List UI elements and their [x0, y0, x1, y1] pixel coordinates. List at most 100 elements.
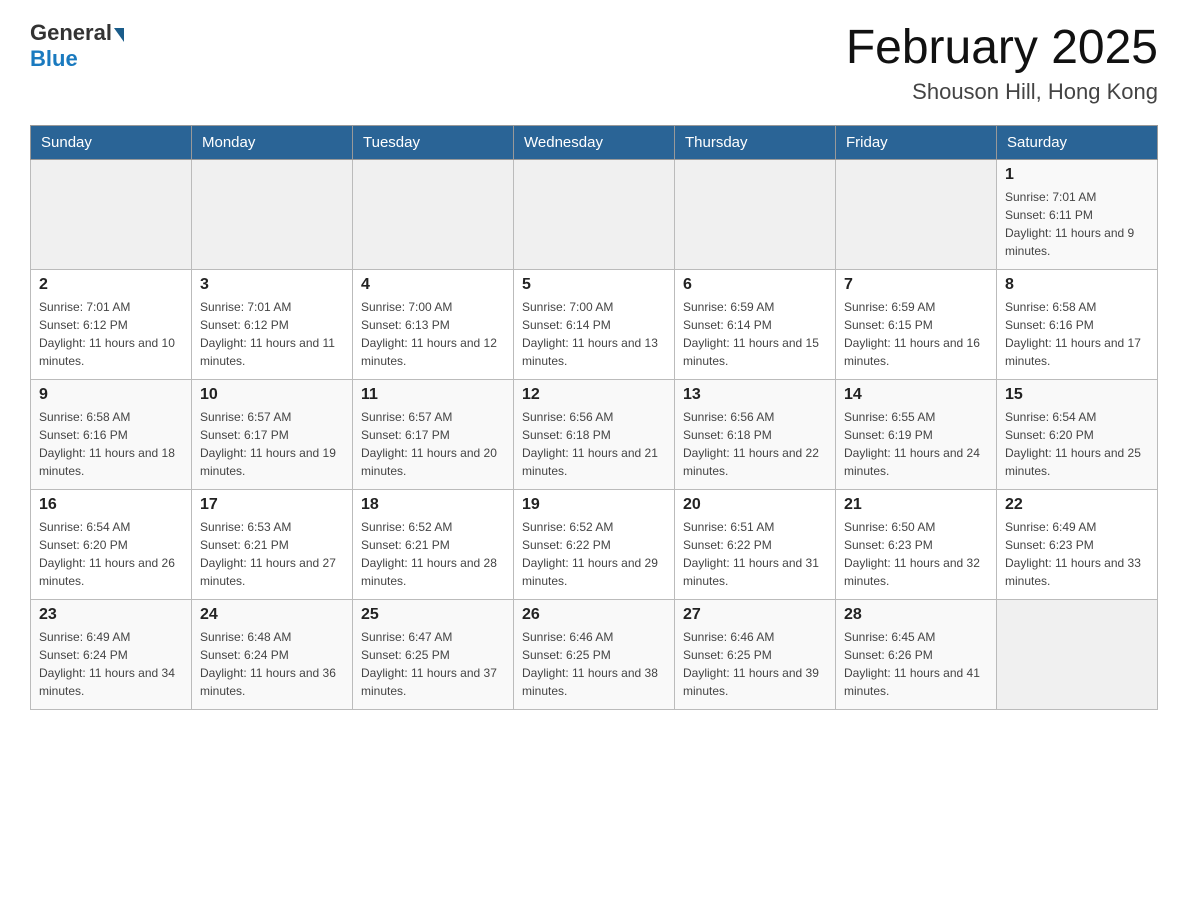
day-number: 25	[361, 606, 505, 624]
day-number: 10	[200, 386, 344, 404]
day-number: 9	[39, 386, 183, 404]
day-info: Sunrise: 7:01 AMSunset: 6:12 PMDaylight:…	[39, 298, 183, 370]
calendar-cell-1-7: 1 Sunrise: 7:01 AMSunset: 6:11 PMDaylight…	[997, 160, 1158, 270]
logo-text: General	[30, 20, 124, 46]
day-info: Sunrise: 6:56 AMSunset: 6:18 PMDaylight:…	[522, 408, 666, 480]
calendar-cell-2-1: 2Sunrise: 7:01 AMSunset: 6:12 PMDaylight…	[31, 270, 192, 380]
title-section: February 2025 Shouson Hill, Hong Kong	[846, 20, 1158, 105]
calendar-cell-4-2: 17Sunrise: 6:53 AMSunset: 6:21 PMDayligh…	[192, 490, 353, 600]
day-number: 22	[1005, 496, 1149, 514]
day-info: Sunrise: 6:45 AMSunset: 6:26 PMDaylight:…	[844, 628, 988, 700]
week-row-3: 9 Sunrise: 6:58 AMSunset: 6:16 PMDaylight…	[31, 380, 1158, 490]
calendar-cell-3-2: 10 Sunrise: 6:57 AMSunset: 6:17 PMDayligh…	[192, 380, 353, 490]
day-number: 11	[361, 386, 505, 404]
day-info: Sunrise: 6:53 AMSunset: 6:21 PMDaylight:…	[200, 518, 344, 590]
calendar-cell-4-3: 18 Sunrise: 6:52 AMSunset: 6:21 PMDayligh…	[353, 490, 514, 600]
calendar-cell-1-1	[31, 160, 192, 270]
logo-arrow-icon	[114, 28, 124, 42]
day-number: 6	[683, 276, 827, 294]
day-number: 16	[39, 496, 183, 514]
calendar-cell-5-2: 24Sunrise: 6:48 AMSunset: 6:24 PMDayligh…	[192, 600, 353, 710]
calendar-cell-2-6: 7Sunrise: 6:59 AMSunset: 6:15 PMDaylight…	[836, 270, 997, 380]
calendar-cell-1-5	[675, 160, 836, 270]
week-row-2: 2Sunrise: 7:01 AMSunset: 6:12 PMDaylight…	[31, 270, 1158, 380]
day-number: 1	[1005, 166, 1149, 184]
day-info: Sunrise: 6:51 AMSunset: 6:22 PMDaylight:…	[683, 518, 827, 590]
location-title: Shouson Hill, Hong Kong	[846, 79, 1158, 105]
day-number: 26	[522, 606, 666, 624]
day-info: Sunrise: 6:59 AMSunset: 6:14 PMDaylight:…	[683, 298, 827, 370]
calendar-cell-2-3: 4 Sunrise: 7:00 AMSunset: 6:13 PMDaylight…	[353, 270, 514, 380]
day-number: 4	[361, 276, 505, 294]
logo: General Blue	[30, 20, 124, 72]
day-info: Sunrise: 6:57 AMSunset: 6:17 PMDaylight:…	[361, 408, 505, 480]
header-friday: Friday	[836, 126, 997, 160]
day-info: Sunrise: 7:00 AMSunset: 6:13 PMDaylight:…	[361, 298, 505, 370]
calendar-table: Sunday Monday Tuesday Wednesday Thursday…	[30, 125, 1158, 710]
calendar-cell-2-2: 3 Sunrise: 7:01 AMSunset: 6:12 PMDaylight…	[192, 270, 353, 380]
month-title: February 2025	[846, 20, 1158, 75]
day-number: 5	[522, 276, 666, 294]
header-monday: Monday	[192, 126, 353, 160]
calendar-cell-3-5: 13Sunrise: 6:56 AMSunset: 6:18 PMDayligh…	[675, 380, 836, 490]
day-number: 19	[522, 496, 666, 514]
calendar-header-row: Sunday Monday Tuesday Wednesday Thursday…	[31, 126, 1158, 160]
day-info: Sunrise: 6:47 AMSunset: 6:25 PMDaylight:…	[361, 628, 505, 700]
calendar-cell-5-4: 26 Sunrise: 6:46 AMSunset: 6:25 PMDayligh…	[514, 600, 675, 710]
day-info: Sunrise: 6:52 AMSunset: 6:22 PMDaylight:…	[522, 518, 666, 590]
day-number: 23	[39, 606, 183, 624]
day-info: Sunrise: 6:54 AMSunset: 6:20 PMDaylight:…	[1005, 408, 1149, 480]
day-number: 20	[683, 496, 827, 514]
day-info: Sunrise: 6:54 AMSunset: 6:20 PMDaylight:…	[39, 518, 183, 590]
calendar-cell-3-4: 12 Sunrise: 6:56 AMSunset: 6:18 PMDayligh…	[514, 380, 675, 490]
day-number: 24	[200, 606, 344, 624]
page-header: General Blue February 2025 Shouson Hill,…	[30, 20, 1158, 105]
calendar-cell-3-7: 15 Sunrise: 6:54 AMSunset: 6:20 PMDayligh…	[997, 380, 1158, 490]
day-info: Sunrise: 6:58 AMSunset: 6:16 PMDaylight:…	[39, 408, 183, 480]
logo-blue-text: Blue	[30, 46, 78, 72]
calendar-cell-3-6: 14 Sunrise: 6:55 AMSunset: 6:19 PMDayligh…	[836, 380, 997, 490]
day-number: 27	[683, 606, 827, 624]
calendar-cell-2-4: 5 Sunrise: 7:00 AMSunset: 6:14 PMDaylight…	[514, 270, 675, 380]
day-info: Sunrise: 6:50 AMSunset: 6:23 PMDaylight:…	[844, 518, 988, 590]
calendar-cell-5-7	[997, 600, 1158, 710]
day-info: Sunrise: 6:55 AMSunset: 6:19 PMDaylight:…	[844, 408, 988, 480]
calendar-cell-1-6	[836, 160, 997, 270]
day-number: 15	[1005, 386, 1149, 404]
day-info: Sunrise: 6:57 AMSunset: 6:17 PMDaylight:…	[200, 408, 344, 480]
calendar-cell-4-4: 19 Sunrise: 6:52 AMSunset: 6:22 PMDayligh…	[514, 490, 675, 600]
calendar-cell-4-6: 21 Sunrise: 6:50 AMSunset: 6:23 PMDayligh…	[836, 490, 997, 600]
calendar-cell-2-7: 8Sunrise: 6:58 AMSunset: 6:16 PMDaylight…	[997, 270, 1158, 380]
week-row-1: 1 Sunrise: 7:01 AMSunset: 6:11 PMDaylight…	[31, 160, 1158, 270]
day-number: 8	[1005, 276, 1149, 294]
calendar-cell-4-1: 16 Sunrise: 6:54 AMSunset: 6:20 PMDayligh…	[31, 490, 192, 600]
calendar-cell-1-3	[353, 160, 514, 270]
calendar-cell-4-5: 20 Sunrise: 6:51 AMSunset: 6:22 PMDayligh…	[675, 490, 836, 600]
calendar-cell-5-5: 27 Sunrise: 6:46 AMSunset: 6:25 PMDayligh…	[675, 600, 836, 710]
day-number: 21	[844, 496, 988, 514]
day-number: 3	[200, 276, 344, 294]
day-number: 12	[522, 386, 666, 404]
header-thursday: Thursday	[675, 126, 836, 160]
week-row-4: 16 Sunrise: 6:54 AMSunset: 6:20 PMDayligh…	[31, 490, 1158, 600]
day-number: 18	[361, 496, 505, 514]
calendar-cell-4-7: 22Sunrise: 6:49 AMSunset: 6:23 PMDayligh…	[997, 490, 1158, 600]
day-info: Sunrise: 7:01 AMSunset: 6:12 PMDaylight:…	[200, 298, 344, 370]
header-sunday: Sunday	[31, 126, 192, 160]
calendar-cell-1-4	[514, 160, 675, 270]
day-number: 13	[683, 386, 827, 404]
day-info: Sunrise: 6:49 AMSunset: 6:24 PMDaylight:…	[39, 628, 183, 700]
week-row-5: 23 Sunrise: 6:49 AMSunset: 6:24 PMDayligh…	[31, 600, 1158, 710]
calendar-cell-5-3: 25 Sunrise: 6:47 AMSunset: 6:25 PMDayligh…	[353, 600, 514, 710]
day-number: 14	[844, 386, 988, 404]
header-saturday: Saturday	[997, 126, 1158, 160]
calendar-cell-5-1: 23 Sunrise: 6:49 AMSunset: 6:24 PMDayligh…	[31, 600, 192, 710]
day-info: Sunrise: 7:01 AMSunset: 6:11 PMDaylight:…	[1005, 188, 1149, 260]
day-info: Sunrise: 6:52 AMSunset: 6:21 PMDaylight:…	[361, 518, 505, 590]
day-info: Sunrise: 6:46 AMSunset: 6:25 PMDaylight:…	[683, 628, 827, 700]
logo-general-text: General	[30, 20, 112, 46]
day-info: Sunrise: 6:46 AMSunset: 6:25 PMDaylight:…	[522, 628, 666, 700]
day-number: 28	[844, 606, 988, 624]
day-info: Sunrise: 7:00 AMSunset: 6:14 PMDaylight:…	[522, 298, 666, 370]
calendar-cell-3-1: 9 Sunrise: 6:58 AMSunset: 6:16 PMDaylight…	[31, 380, 192, 490]
